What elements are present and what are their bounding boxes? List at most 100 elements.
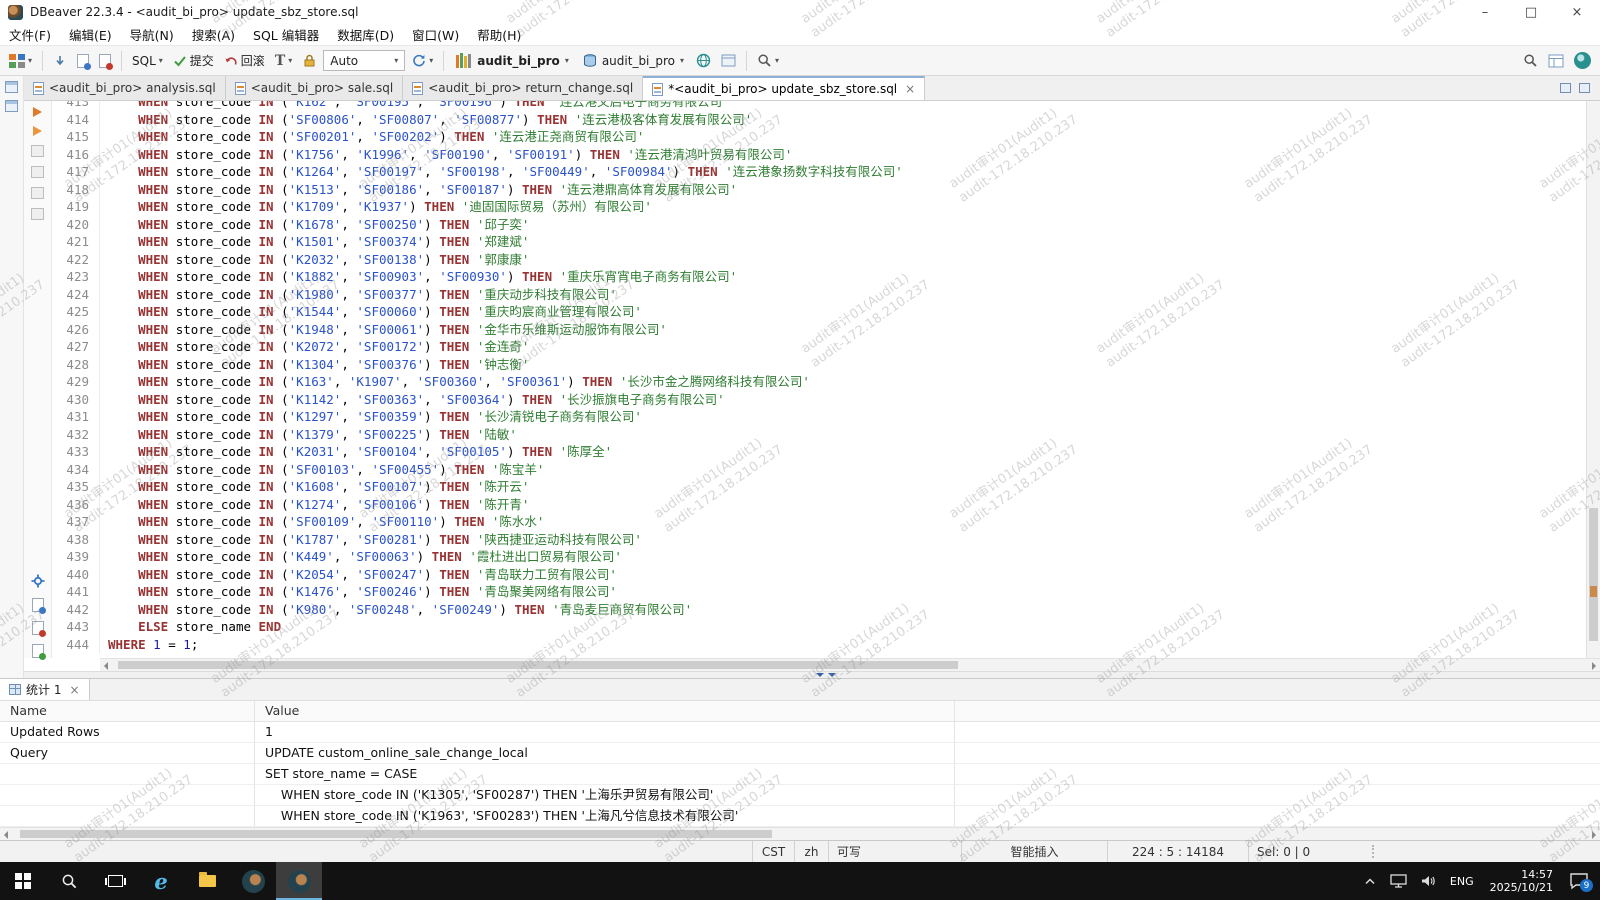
menu-edit[interactable]: 编辑(E): [60, 25, 121, 44]
code-line[interactable]: WHEN store_code IN ('K1948', 'SF00061') …: [108, 321, 1586, 339]
code-line[interactable]: ELSE store_name END: [108, 618, 1586, 636]
code-line[interactable]: WHEN store_code IN ('K1756', 'K1996', 'S…: [108, 146, 1586, 164]
refresh-dropdown[interactable]: ▾: [407, 51, 437, 70]
code-line[interactable]: WHEN store_code IN ('K1304', 'SF00376') …: [108, 356, 1586, 374]
export-data-button[interactable]: [32, 598, 44, 612]
collapse-arrow-icon[interactable]: [816, 673, 824, 681]
tab-statistics[interactable]: 统计 1 ×: [0, 679, 90, 700]
sql-code[interactable]: WHEN store_code IN ('K162', 'SF00195', '…: [100, 101, 1586, 653]
community-button[interactable]: [1570, 50, 1595, 71]
execute-script-button[interactable]: [33, 126, 42, 136]
code-line[interactable]: WHEN store_code IN ('K2032', 'SF00138') …: [108, 251, 1586, 269]
fetch-button[interactable]: [49, 52, 71, 70]
network-button[interactable]: [692, 51, 715, 70]
code-line[interactable]: WHEN store_code IN ('K449', 'SF00063') T…: [108, 548, 1586, 566]
editor-vertical-scrollbar[interactable]: [1586, 101, 1600, 658]
scrollbar-thumb[interactable]: [118, 661, 958, 669]
lock-button[interactable]: [298, 51, 321, 70]
menu-navigate[interactable]: 导航(N): [121, 25, 183, 44]
column-name[interactable]: Name: [0, 701, 255, 721]
save-report-button[interactable]: [32, 621, 44, 635]
tab-sale-sql[interactable]: <audit_bi_pro> sale.sql: [226, 76, 403, 100]
menu-sql-editor[interactable]: SQL 编辑器: [244, 25, 328, 44]
close-icon[interactable]: ×: [905, 82, 915, 96]
column-value[interactable]: Value: [255, 701, 955, 721]
menu-help[interactable]: 帮助(H): [468, 25, 530, 44]
tab-return-change-sql[interactable]: <audit_bi_pro> return_change.sql: [403, 76, 643, 100]
tab-update-sbz-store-sql[interactable]: *<audit_bi_pro> update_sbz_store.sql ×: [643, 76, 925, 100]
settings-gear-button[interactable]: [30, 573, 46, 589]
scroll-left-icon[interactable]: [104, 662, 108, 670]
close-icon[interactable]: ×: [69, 683, 79, 697]
result-row[interactable]: QueryUPDATE custom_online_sale_change_lo…: [0, 743, 1600, 764]
code-line[interactable]: WHEN store_code IN ('SF00806', 'SF00807'…: [108, 111, 1586, 129]
tray-network-button[interactable]: [1385, 862, 1412, 900]
code-line[interactable]: WHEN store_code IN ('K1142', 'SF00363', …: [108, 391, 1586, 409]
code-line[interactable]: WHEN store_code IN ('K1980', 'SF00377') …: [108, 286, 1586, 304]
code-line[interactable]: WHEN store_code IN ('K1882', 'SF00903', …: [108, 268, 1586, 286]
code-line[interactable]: WHEN store_code IN ('K980', 'SF00248', '…: [108, 601, 1586, 619]
code-line[interactable]: WHERE 1 = 1;: [108, 636, 1586, 654]
result-row[interactable]: WHEN store_code IN ('K1305', 'SF00287') …: [0, 785, 1600, 806]
editor-horizontal-scrollbar[interactable]: [100, 658, 1600, 671]
commit-button[interactable]: 提交: [169, 50, 218, 71]
menu-window[interactable]: 窗口(W): [403, 25, 468, 44]
tray-expand-button[interactable]: [1359, 862, 1381, 900]
sql-dialect-dropdown[interactable]: SQL ▾: [128, 52, 167, 70]
script-red-button[interactable]: [95, 52, 115, 70]
scrollbar-thumb[interactable]: [20, 830, 772, 838]
results-horizontal-scrollbar[interactable]: [0, 827, 1600, 840]
connection-selector[interactable]: audit_bi_pro ▾: [450, 50, 575, 71]
tray-language[interactable]: ENG: [1445, 862, 1479, 900]
file-explorer-button[interactable]: [184, 862, 230, 900]
dbeaver-taskbar-button[interactable]: [230, 862, 276, 900]
code-line[interactable]: WHEN store_code IN ('K2072', 'SF00172') …: [108, 338, 1586, 356]
status-caret-position[interactable]: 224 : 5 : 14184: [1107, 841, 1248, 862]
code-line[interactable]: WHEN store_code IN ('K1264', 'SF00197', …: [108, 163, 1586, 181]
menu-database[interactable]: 数据库(D): [328, 25, 403, 44]
code-line[interactable]: WHEN store_code IN ('K1379', 'SF00225') …: [108, 426, 1586, 444]
dbeaver-taskbar-button-active[interactable]: [276, 862, 322, 900]
code-line[interactable]: WHEN store_code IN ('K2031', 'SF00104', …: [108, 443, 1586, 461]
tray-volume-button[interactable]: [1416, 862, 1441, 900]
code-line[interactable]: WHEN store_code IN ('K1787', 'SF00281') …: [108, 531, 1586, 549]
code-line[interactable]: WHEN store_code IN ('K1678', 'SF00250') …: [108, 216, 1586, 234]
scroll-left-icon[interactable]: [4, 831, 8, 839]
restore-navigator-icon[interactable]: [5, 81, 18, 93]
sql-editor[interactable]: 4134144154164174184194204214224234244254…: [52, 101, 1586, 658]
collapse-arrow-icon[interactable]: [828, 673, 836, 681]
query-log-button[interactable]: [31, 166, 44, 178]
schema-selector[interactable]: audit_bi_pro ▾: [577, 50, 690, 71]
transaction-mode-dropdown[interactable]: T ▾: [271, 51, 296, 71]
code-line[interactable]: WHEN store_code IN ('K2054', 'SF00247') …: [108, 566, 1586, 584]
minimize-button[interactable]: –: [1462, 0, 1508, 24]
search-dropdown[interactable]: ▾: [753, 51, 783, 70]
menu-search[interactable]: 搜索(A): [183, 25, 244, 44]
panel-button[interactable]: [717, 52, 740, 69]
code-line[interactable]: WHEN store_code IN ('K1501', 'SF00374') …: [108, 233, 1586, 251]
maximize-editor-icon[interactable]: [1579, 83, 1590, 93]
maximize-button[interactable]: □: [1508, 0, 1554, 24]
script-blue-button[interactable]: [73, 52, 93, 70]
code-line[interactable]: WHEN store_code IN ('K1297', 'SF00359') …: [108, 408, 1586, 426]
close-button[interactable]: ×: [1554, 0, 1600, 24]
scroll-right-icon[interactable]: [1592, 662, 1596, 670]
perspective-button[interactable]: [1544, 52, 1568, 70]
action-center-button[interactable]: 9: [1564, 862, 1594, 900]
start-button[interactable]: [0, 862, 46, 900]
rollback-button[interactable]: 回滚: [220, 50, 269, 71]
result-row[interactable]: Updated Rows1: [0, 722, 1600, 743]
code-line[interactable]: WHEN store_code IN ('SF00201', 'SF00202'…: [108, 128, 1586, 146]
tray-clock[interactable]: 14:57 2025/10/21: [1483, 868, 1560, 894]
task-view-button[interactable]: [92, 862, 138, 900]
code-line[interactable]: WHEN store_code IN ('K1544', 'SF00060') …: [108, 303, 1586, 321]
taskbar-search-button[interactable]: [46, 862, 92, 900]
code-line[interactable]: WHEN store_code IN ('SF00109', 'SF00110'…: [108, 513, 1586, 531]
internet-explorer-button[interactable]: e: [138, 862, 184, 900]
transaction-auto-combo[interactable]: Auto ▾: [323, 50, 405, 71]
tab-analysis-sql[interactable]: <audit_bi_pro> analysis.sql: [24, 76, 226, 100]
grid-toggle-button[interactable]: [31, 208, 44, 220]
code-line[interactable]: WHEN store_code IN ('SF00103', 'SF00455'…: [108, 461, 1586, 479]
open-result-button[interactable]: [32, 644, 44, 658]
explain-plan-button[interactable]: [31, 145, 44, 157]
